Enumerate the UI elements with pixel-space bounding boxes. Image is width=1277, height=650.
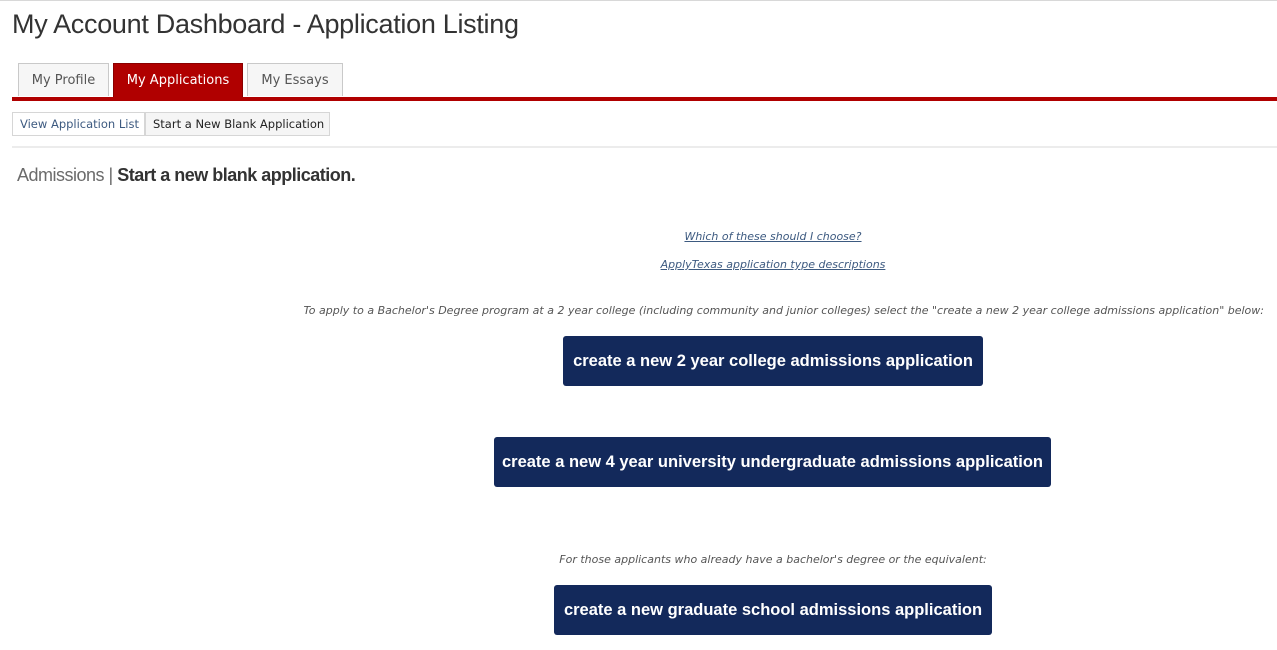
create-4-year-university-application-button[interactable]: create a new 4 year university undergrad… bbox=[494, 437, 1051, 487]
section-divider bbox=[12, 146, 1277, 148]
which-should-i-choose-link[interactable]: Which of these should I choose? bbox=[0, 230, 1277, 243]
breadcrumb-admissions: Admissions bbox=[17, 165, 105, 185]
graduate-instructions: For those applicants who already have a … bbox=[559, 553, 987, 566]
start-new-blank-application-tab[interactable]: Start a New Blank Application bbox=[145, 112, 330, 136]
application-type-descriptions-link[interactable]: ApplyTexas application type descriptions bbox=[0, 258, 1277, 271]
page-title: My Account Dashboard - Application Listi… bbox=[12, 9, 519, 39]
tab-my-applications[interactable]: My Applications bbox=[113, 63, 243, 98]
tab-underline-bar bbox=[12, 97, 1277, 101]
top-divider bbox=[0, 0, 1277, 1]
create-2-year-college-application-button[interactable]: create a new 2 year college admissions a… bbox=[563, 336, 983, 386]
section-title: Start a new blank application. bbox=[117, 165, 356, 185]
tab-my-profile[interactable]: My Profile bbox=[18, 63, 109, 96]
tab-my-essays[interactable]: My Essays bbox=[247, 63, 343, 96]
two-year-instructions: To apply to a Bachelor's Degree program … bbox=[303, 304, 1264, 317]
breadcrumb-separator: | bbox=[104, 165, 118, 185]
create-graduate-school-application-button[interactable]: create a new graduate school admissions … bbox=[554, 585, 992, 635]
section-heading: Admissions | Start a new blank applicati… bbox=[17, 165, 356, 186]
view-application-list-link[interactable]: View Application List bbox=[12, 112, 145, 136]
